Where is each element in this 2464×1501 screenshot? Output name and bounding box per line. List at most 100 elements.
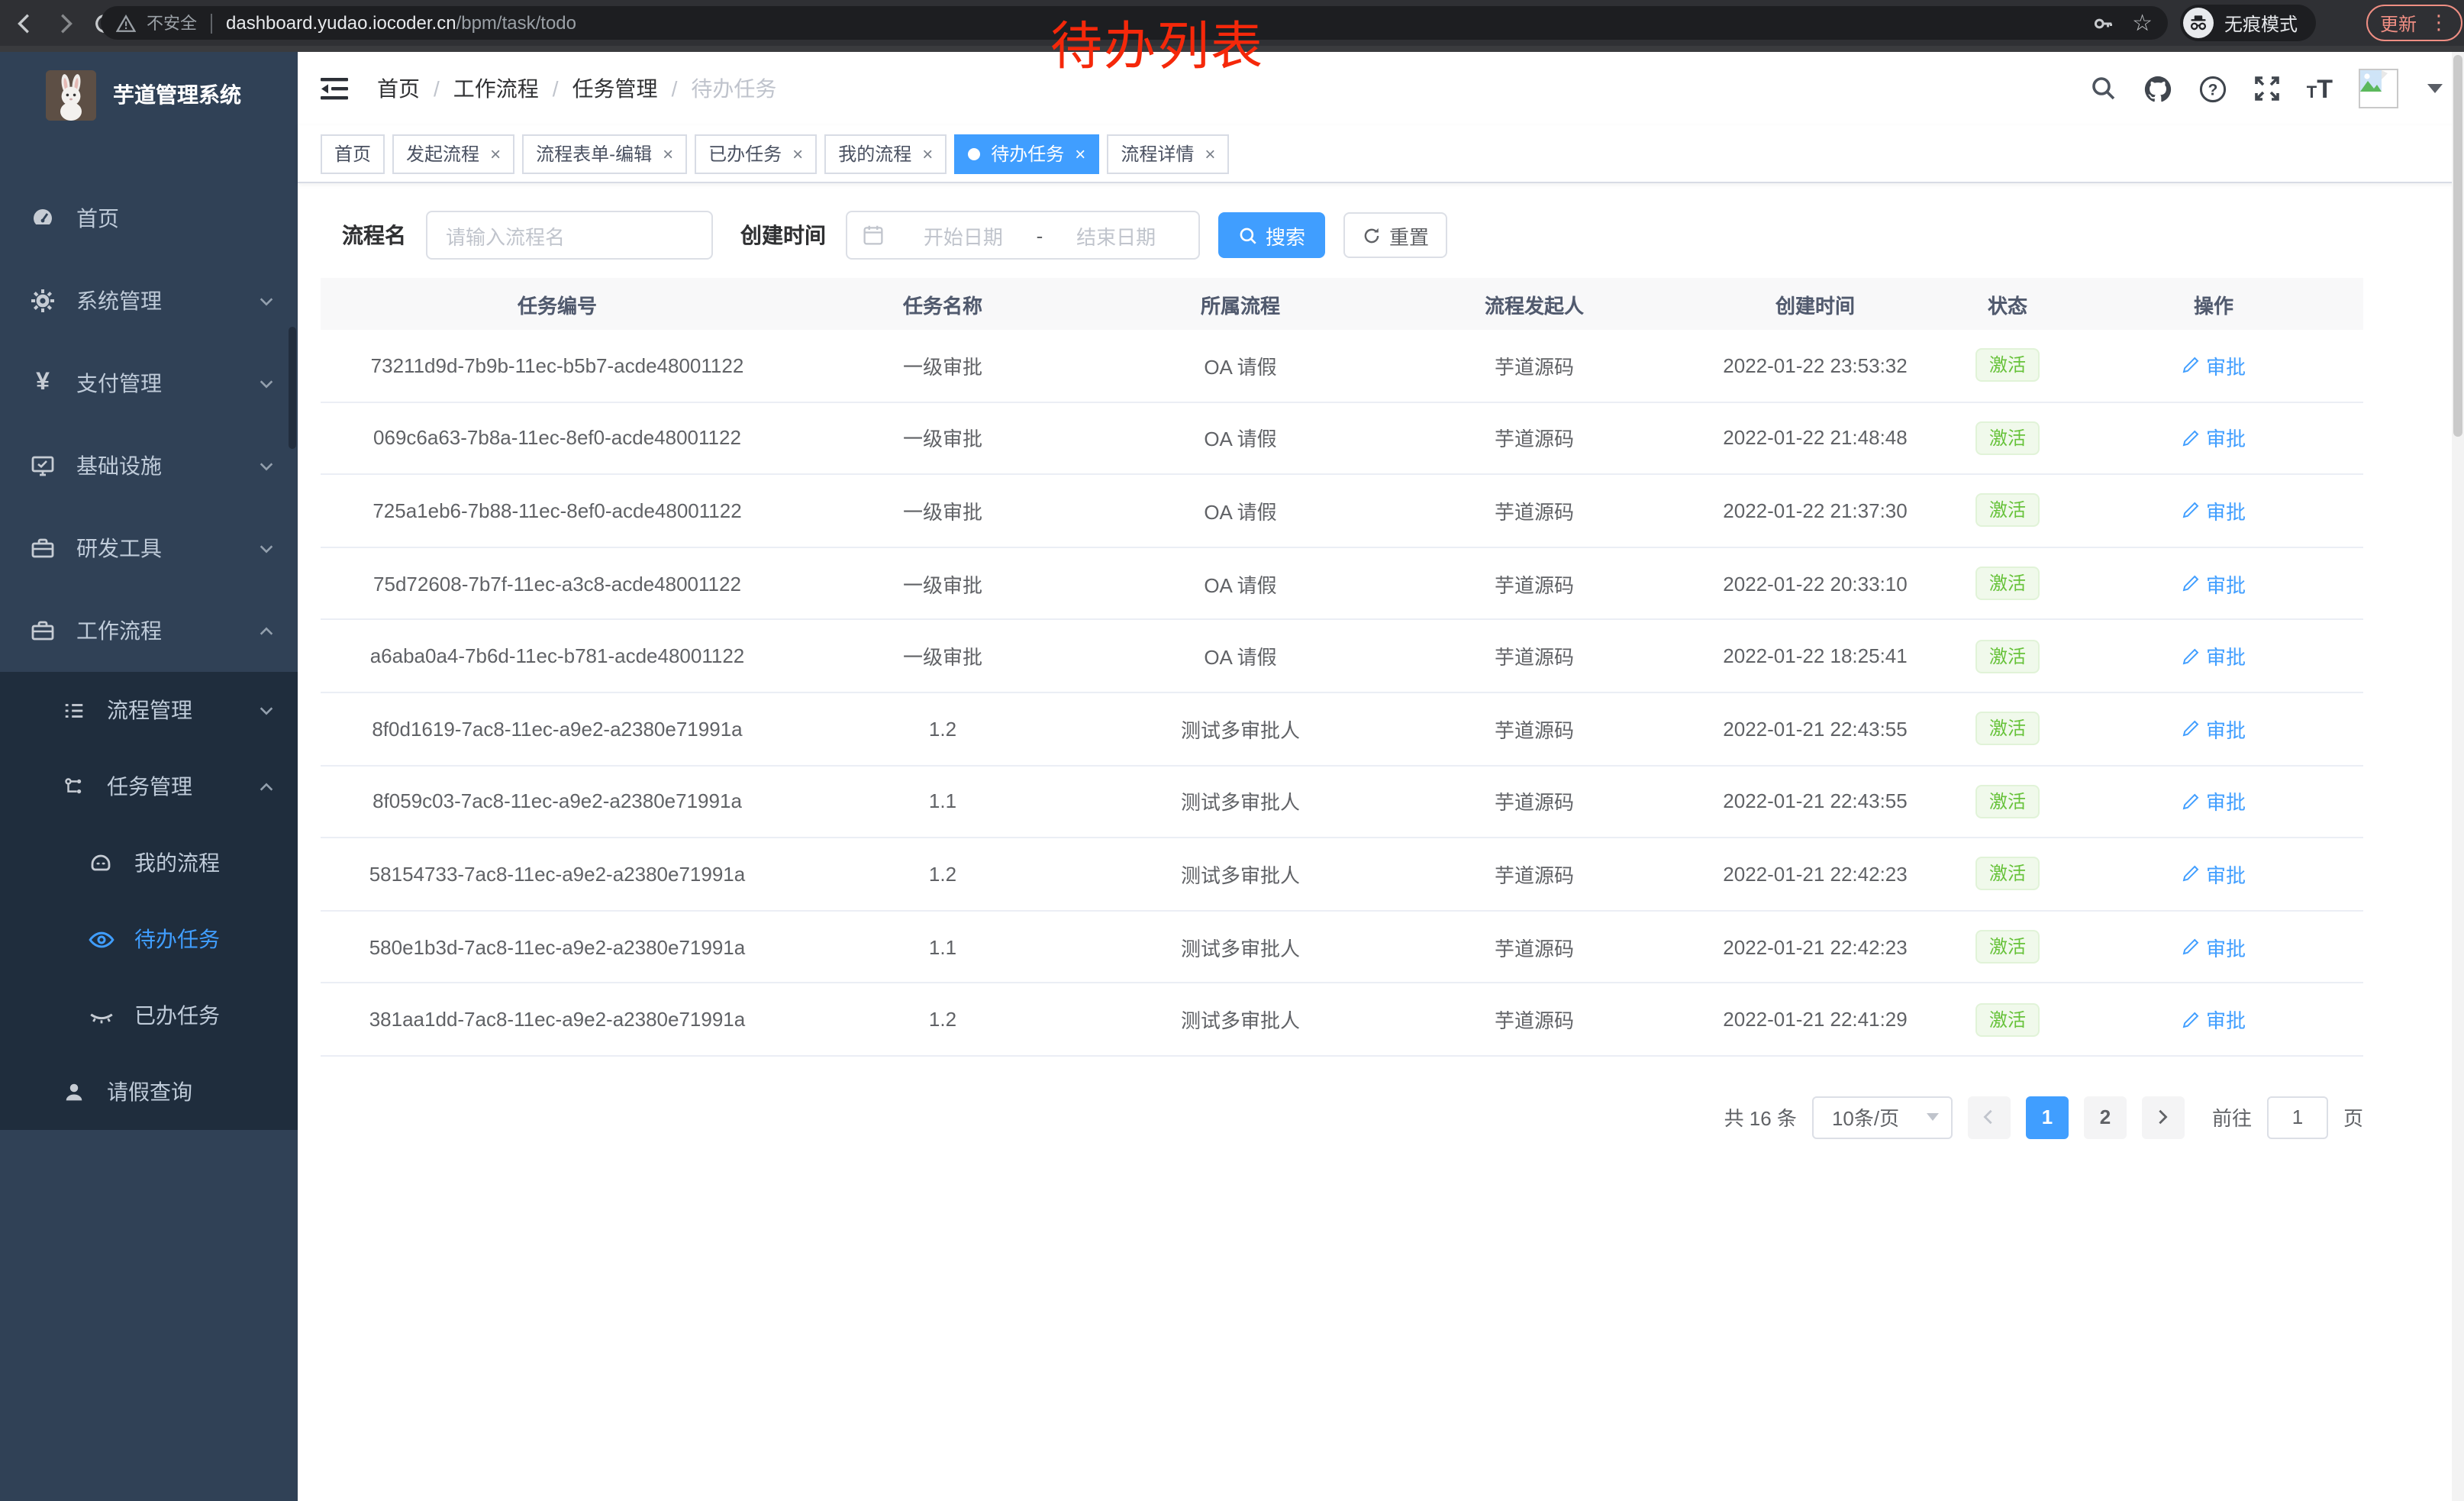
process-name-input[interactable]: 请输入流程名 xyxy=(426,211,713,260)
create-time-label: 创建时间 xyxy=(740,220,826,250)
avatar[interactable] xyxy=(2359,69,2398,108)
cell-create-time: 2022-01-22 18:25:41 xyxy=(1679,644,1951,667)
start-date-placeholder: 开始日期 xyxy=(896,221,1030,250)
sidebar-item-my-process[interactable]: 我的流程 xyxy=(0,825,298,901)
close-icon[interactable]: × xyxy=(1075,143,1085,164)
close-icon[interactable]: × xyxy=(490,143,501,164)
approve-link[interactable]: 审批 xyxy=(2182,351,2246,380)
cell-task-id: 580e1b3d-7ac8-11ec-a9e2-a2380e71991a xyxy=(321,935,794,958)
process-name-label: 流程名 xyxy=(342,220,406,250)
status-badge: 激活 xyxy=(1975,1002,2040,1036)
cell-initiator: 芋道源码 xyxy=(1389,641,1679,670)
search-button[interactable]: 搜索 xyxy=(1218,212,1325,258)
sidebar-item-label: 基础设施 xyxy=(76,450,162,481)
tab-todo-tasks[interactable]: 待办任务× xyxy=(954,134,1099,173)
date-range-picker[interactable]: 开始日期 - 结束日期 xyxy=(846,211,1200,260)
table-row: a6aba0a4-7b6d-11ec-b781-acde48001122 一级审… xyxy=(321,621,2363,693)
page-button-2[interactable]: 2 xyxy=(2084,1096,2127,1139)
status-badge: 激活 xyxy=(1975,567,2040,600)
sidebar-item-workflow[interactable]: 工作流程 xyxy=(0,589,298,672)
sidebar-item-process-management[interactable]: 流程管理 xyxy=(0,672,298,748)
prev-page-button[interactable] xyxy=(1968,1096,2011,1139)
tab-my-process[interactable]: 我的流程× xyxy=(824,134,947,173)
tab-start-process[interactable]: 发起流程× xyxy=(392,134,514,173)
chevron-up-icon xyxy=(258,778,275,795)
approve-link[interactable]: 审批 xyxy=(2182,641,2246,670)
browser-menu-icon[interactable]: ⋮ xyxy=(2429,11,2449,35)
table-row: 725a1eb6-7b88-11ec-8ef0-acde48001122 一级审… xyxy=(321,475,2363,547)
table-row: 381aa1dd-7ac8-11ec-a9e2-a2380e71991a 1.2… xyxy=(321,984,2363,1057)
sidebar-item-label: 研发工具 xyxy=(76,533,162,563)
sidebar-scrollbar-thumb[interactable] xyxy=(289,327,296,449)
close-icon[interactable]: × xyxy=(1205,143,1215,164)
page-scrollbar-thumb[interactable] xyxy=(2453,55,2462,437)
cell-process: OA 请假 xyxy=(1092,351,1389,380)
sidebar-menu: 首页 系统管理 ¥ 支付管理 基础设施 xyxy=(0,177,298,1130)
bookmark-star-icon[interactable]: ☆ xyxy=(2132,9,2153,37)
breadcrumb: 首页 / 工作流程 / 任务管理 / 待办任务 xyxy=(377,73,776,104)
cell-initiator: 芋道源码 xyxy=(1389,787,1679,816)
status-badge: 激活 xyxy=(1975,494,2040,528)
cell-create-time: 2022-01-22 23:53:32 xyxy=(1679,354,1951,377)
chevron-down-icon xyxy=(258,457,275,474)
page-scrollbar[interactable] xyxy=(2452,52,2464,1501)
font-size-icon[interactable]: TT xyxy=(2307,76,2333,102)
close-icon[interactable]: × xyxy=(792,143,803,164)
approve-link[interactable]: 审批 xyxy=(2182,1005,2246,1034)
close-icon[interactable]: × xyxy=(663,143,673,164)
sidebar-item-done-tasks[interactable]: 已办任务 xyxy=(0,977,298,1054)
approve-link[interactable]: 审批 xyxy=(2182,715,2246,744)
sidebar-item-dev-tools[interactable]: 研发工具 xyxy=(0,507,298,589)
page-size-select[interactable]: 10条/页 xyxy=(1812,1096,1953,1139)
tab-process-detail[interactable]: 流程详情× xyxy=(1107,134,1229,173)
search-icon[interactable] xyxy=(2090,75,2117,102)
goto-page-input[interactable]: 1 xyxy=(2267,1096,2328,1139)
approve-link[interactable]: 审批 xyxy=(2182,424,2246,453)
reset-button[interactable]: 重置 xyxy=(1343,212,1447,258)
breadcrumb-home[interactable]: 首页 xyxy=(377,73,420,104)
cell-create-time: 2022-01-21 22:42:23 xyxy=(1679,863,1951,886)
approve-link[interactable]: 审批 xyxy=(2182,860,2246,889)
cell-task-id: 58154733-7ac8-11ec-a9e2-a2380e71991a xyxy=(321,863,794,886)
close-icon[interactable]: × xyxy=(922,143,933,164)
reset-button-label: 重置 xyxy=(1389,221,1429,250)
browser-forward-button[interactable] xyxy=(49,8,79,38)
app-header: 首页 / 工作流程 / 任务管理 / 待办任务 ? xyxy=(298,52,2464,125)
passkey-icon[interactable] xyxy=(2091,11,2114,34)
sidebar-item-system[interactable]: 系统管理 xyxy=(0,260,298,342)
sidebar-collapse-icon[interactable] xyxy=(319,72,353,105)
cell-process: 测试多审批人 xyxy=(1092,715,1389,744)
approve-link[interactable]: 审批 xyxy=(2182,569,2246,598)
breadcrumb-task-management[interactable]: 任务管理 xyxy=(572,73,658,104)
sidebar-logo[interactable]: 芋道管理系统 xyxy=(0,52,298,137)
fullscreen-icon[interactable] xyxy=(2253,75,2281,102)
column-header-status: 状态 xyxy=(1951,289,2064,318)
sidebar-item-payment[interactable]: ¥ 支付管理 xyxy=(0,342,298,424)
cell-create-time: 2022-01-21 22:43:55 xyxy=(1679,790,1951,813)
sidebar-item-task-management[interactable]: 任务管理 xyxy=(0,748,298,825)
help-icon[interactable]: ? xyxy=(2198,74,2227,103)
sidebar-item-infrastructure[interactable]: 基础设施 xyxy=(0,424,298,507)
status-badge: 激活 xyxy=(1975,349,2040,383)
browser-update-button[interactable]: 更新 ⋮ xyxy=(2366,5,2462,41)
avatar-caret-icon[interactable] xyxy=(2427,84,2443,93)
page-button-1[interactable]: 1 xyxy=(2026,1096,2069,1139)
approve-link[interactable]: 审批 xyxy=(2182,932,2246,961)
tab-home[interactable]: 首页 xyxy=(321,134,385,173)
cell-initiator: 芋道源码 xyxy=(1389,569,1679,598)
breadcrumb-workflow[interactable]: 工作流程 xyxy=(453,73,539,104)
sidebar-item-todo-tasks[interactable]: 待办任务 xyxy=(0,901,298,977)
flow-tree-icon xyxy=(60,775,87,798)
approve-link[interactable]: 审批 xyxy=(2182,496,2246,525)
cell-task-name: 1.1 xyxy=(794,935,1092,958)
sidebar-item-home[interactable]: 首页 xyxy=(0,177,298,260)
tab-form-edit[interactable]: 流程表单-编辑× xyxy=(522,134,687,173)
sidebar-item-leave-query[interactable]: 请假查询 xyxy=(0,1054,298,1130)
list-icon xyxy=(60,699,87,721)
github-icon[interactable] xyxy=(2143,74,2172,103)
tab-done-tasks[interactable]: 已办任务× xyxy=(695,134,817,173)
logo-avatar xyxy=(46,69,96,120)
next-page-button[interactable] xyxy=(2142,1096,2185,1139)
approve-link[interactable]: 审批 xyxy=(2182,787,2246,816)
browser-back-button[interactable] xyxy=(9,8,40,38)
